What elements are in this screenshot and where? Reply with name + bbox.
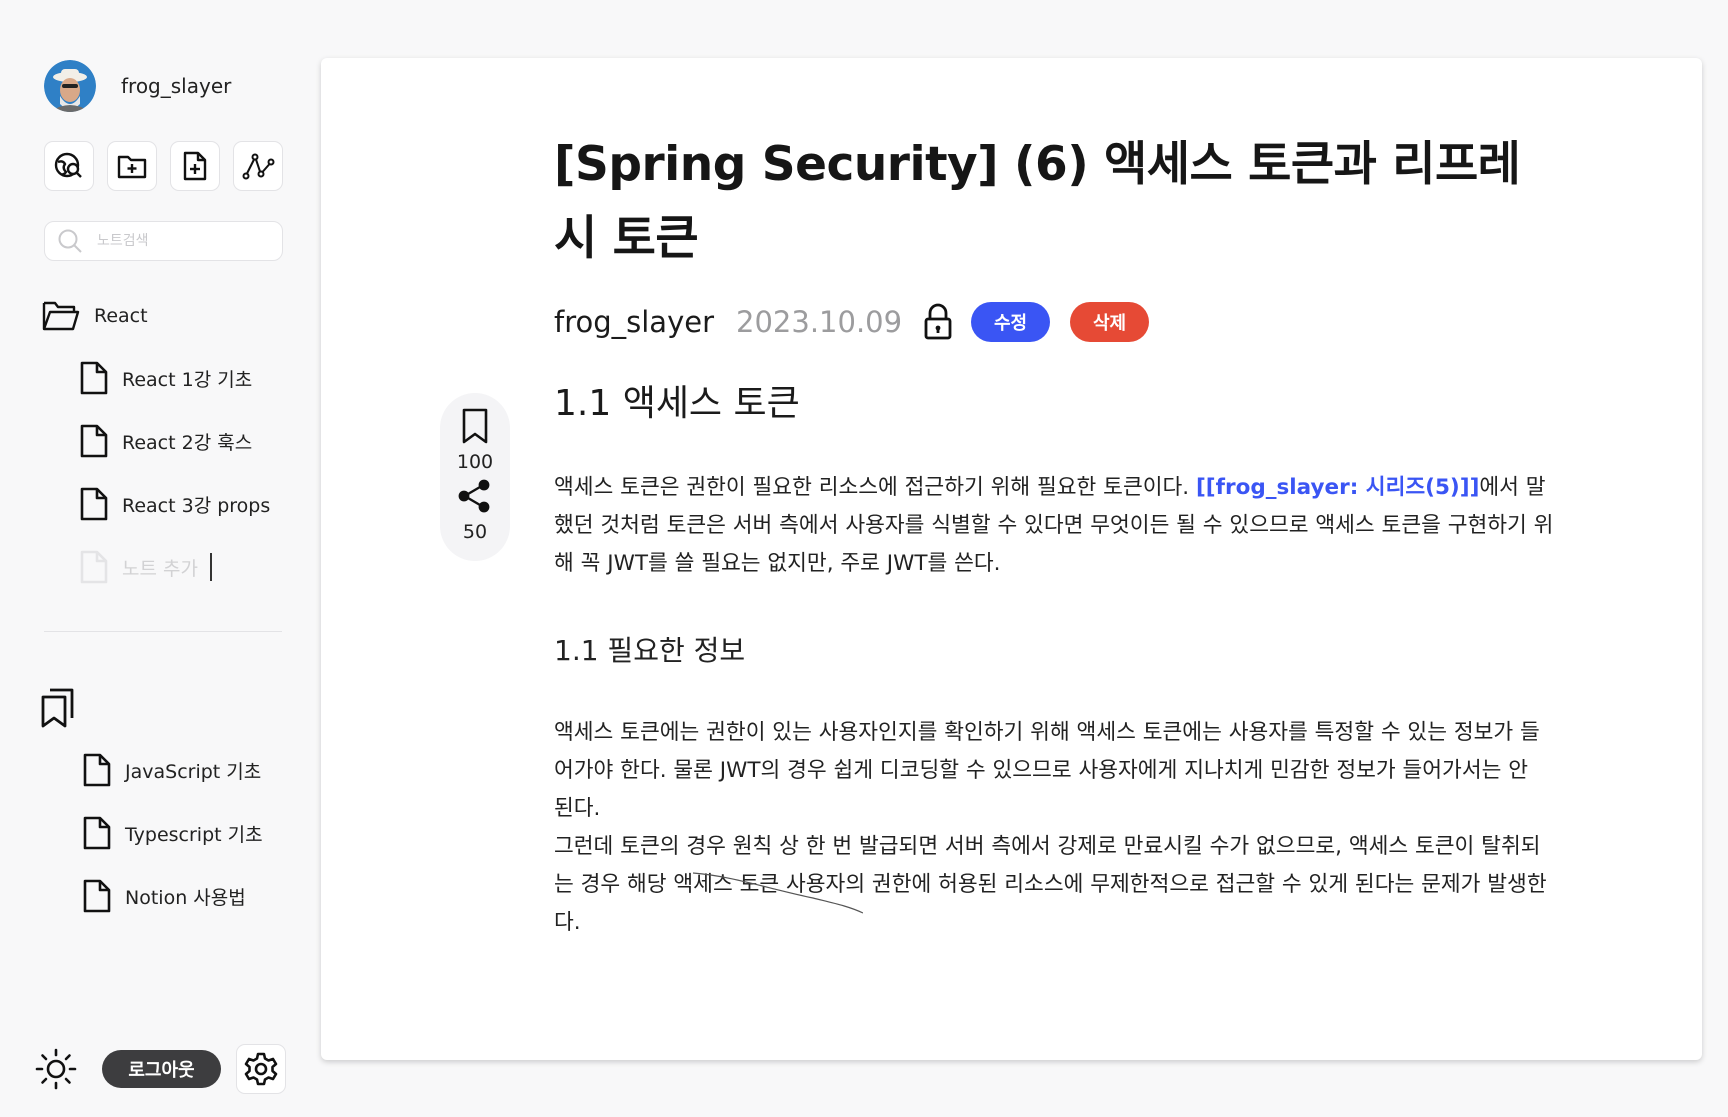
bookmark-icon[interactable] [460,407,490,445]
bottom-bar: 로그아웃 [34,1044,286,1094]
floating-action-bar: 100 50 [440,393,510,561]
file-plus-icon [183,151,207,181]
paragraph: 액세스 토큰에는 권한이 있는 사용자인지를 확인하기 위해 액세스 토큰에는 … [554,720,1540,821]
bookmark-item[interactable]: JavaScript 기초 [83,752,263,788]
share-count: 50 [462,521,488,543]
note-list: React 1강 기초 React 2강 훅스 React 3강 props 노… [80,360,270,612]
new-note-button[interactable] [170,141,220,191]
folder-plus-icon [117,155,147,179]
file-icon [80,361,108,395]
sidebar: frog_slayer 노트검색 React React 1강 기초 React… [0,0,300,1117]
new-folder-button[interactable] [107,141,157,191]
graph-view-button[interactable] [233,141,283,191]
note-label: React 2강 훅스 [122,431,253,454]
bookmark-item[interactable]: Notion 사용법 [83,878,263,914]
note-item[interactable]: React 3강 props [80,486,270,522]
file-icon [80,550,108,584]
username: frog_slayer [121,74,232,98]
bookmark-label: Notion 사용법 [125,886,246,909]
search-box[interactable] [44,221,283,261]
folder-react[interactable]: React [42,300,148,332]
bookmark-label: Typescript 기초 [125,823,263,846]
note-label: React 1강 기초 [122,368,253,391]
note-label: React 3강 props [122,494,271,517]
text-caret [209,553,212,581]
search-input[interactable] [97,233,267,249]
bookmarks-icon [41,688,74,728]
file-icon [80,487,108,521]
search-icon [58,229,82,253]
share-icon[interactable] [458,479,492,513]
profile[interactable]: frog_slayer [44,60,231,112]
add-note-input[interactable]: 노트 추가 [122,554,198,581]
file-icon [83,753,111,787]
note-date: 2023.10.09 [736,305,903,339]
note-meta: frog_slayer 2023.10.09 수정 삭제 [554,302,1554,342]
lock-icon[interactable] [922,303,954,341]
search-notes-button[interactable] [44,141,94,191]
subsection-heading: 1.1 필요한 정보 [554,634,746,667]
bookmark-item[interactable]: Typescript 기초 [83,815,263,851]
note-item[interactable]: React 1강 기초 [80,360,270,396]
bookmark-count: 100 [456,451,494,473]
bookmarks-header [40,688,76,732]
graph-icon [242,153,275,180]
add-note-item[interactable]: 노트 추가 [80,549,270,585]
sun-icon[interactable] [34,1047,78,1091]
file-icon [80,424,108,458]
note-title: [Spring Security] (6) 액세스 토큰과 리프레시 토큰 [554,137,1521,266]
folder-open-icon [42,301,80,331]
edit-button[interactable]: 수정 [971,302,1051,342]
file-icon [83,816,111,850]
gear-icon [244,1052,278,1086]
paragraph-text: 액세스 토큰은 권한이 필요한 리소스에 접근하기 위해 필요한 토큰이다. [554,475,1196,500]
avatar[interactable] [44,60,96,112]
note-item[interactable]: React 2강 훅스 [80,423,270,459]
delete-button[interactable]: 삭제 [1070,302,1150,342]
divider [44,631,282,632]
note-author[interactable]: frog_slayer [554,305,714,339]
bookmark-label: JavaScript 기초 [125,760,262,783]
paragraph: 액세스 토큰은 권한이 필요한 리소스에 접근하기 위해 필요한 토큰이다. [… [554,469,1554,583]
section-heading: 1.1 액세스 토큰 [554,383,800,424]
series-link[interactable]: [[frog_slayer: 시리즈(5)]] [1196,475,1479,500]
pen-scribble [693,872,863,914]
toolbar [44,141,283,191]
folder-label: React [94,305,148,327]
article: [Spring Security] (6) 액세스 토큰과 리프레시 토큰 fr… [554,128,1554,942]
file-icon [83,879,111,913]
settings-button[interactable] [236,1044,286,1094]
bookmark-list: JavaScript 기초 Typescript 기초 Notion 사용법 [83,752,263,941]
logout-button[interactable]: 로그아웃 [102,1050,221,1088]
note-card: [Spring Security] (6) 액세스 토큰과 리프레시 토큰 fr… [321,58,1702,1060]
globe-search-icon [54,152,82,178]
